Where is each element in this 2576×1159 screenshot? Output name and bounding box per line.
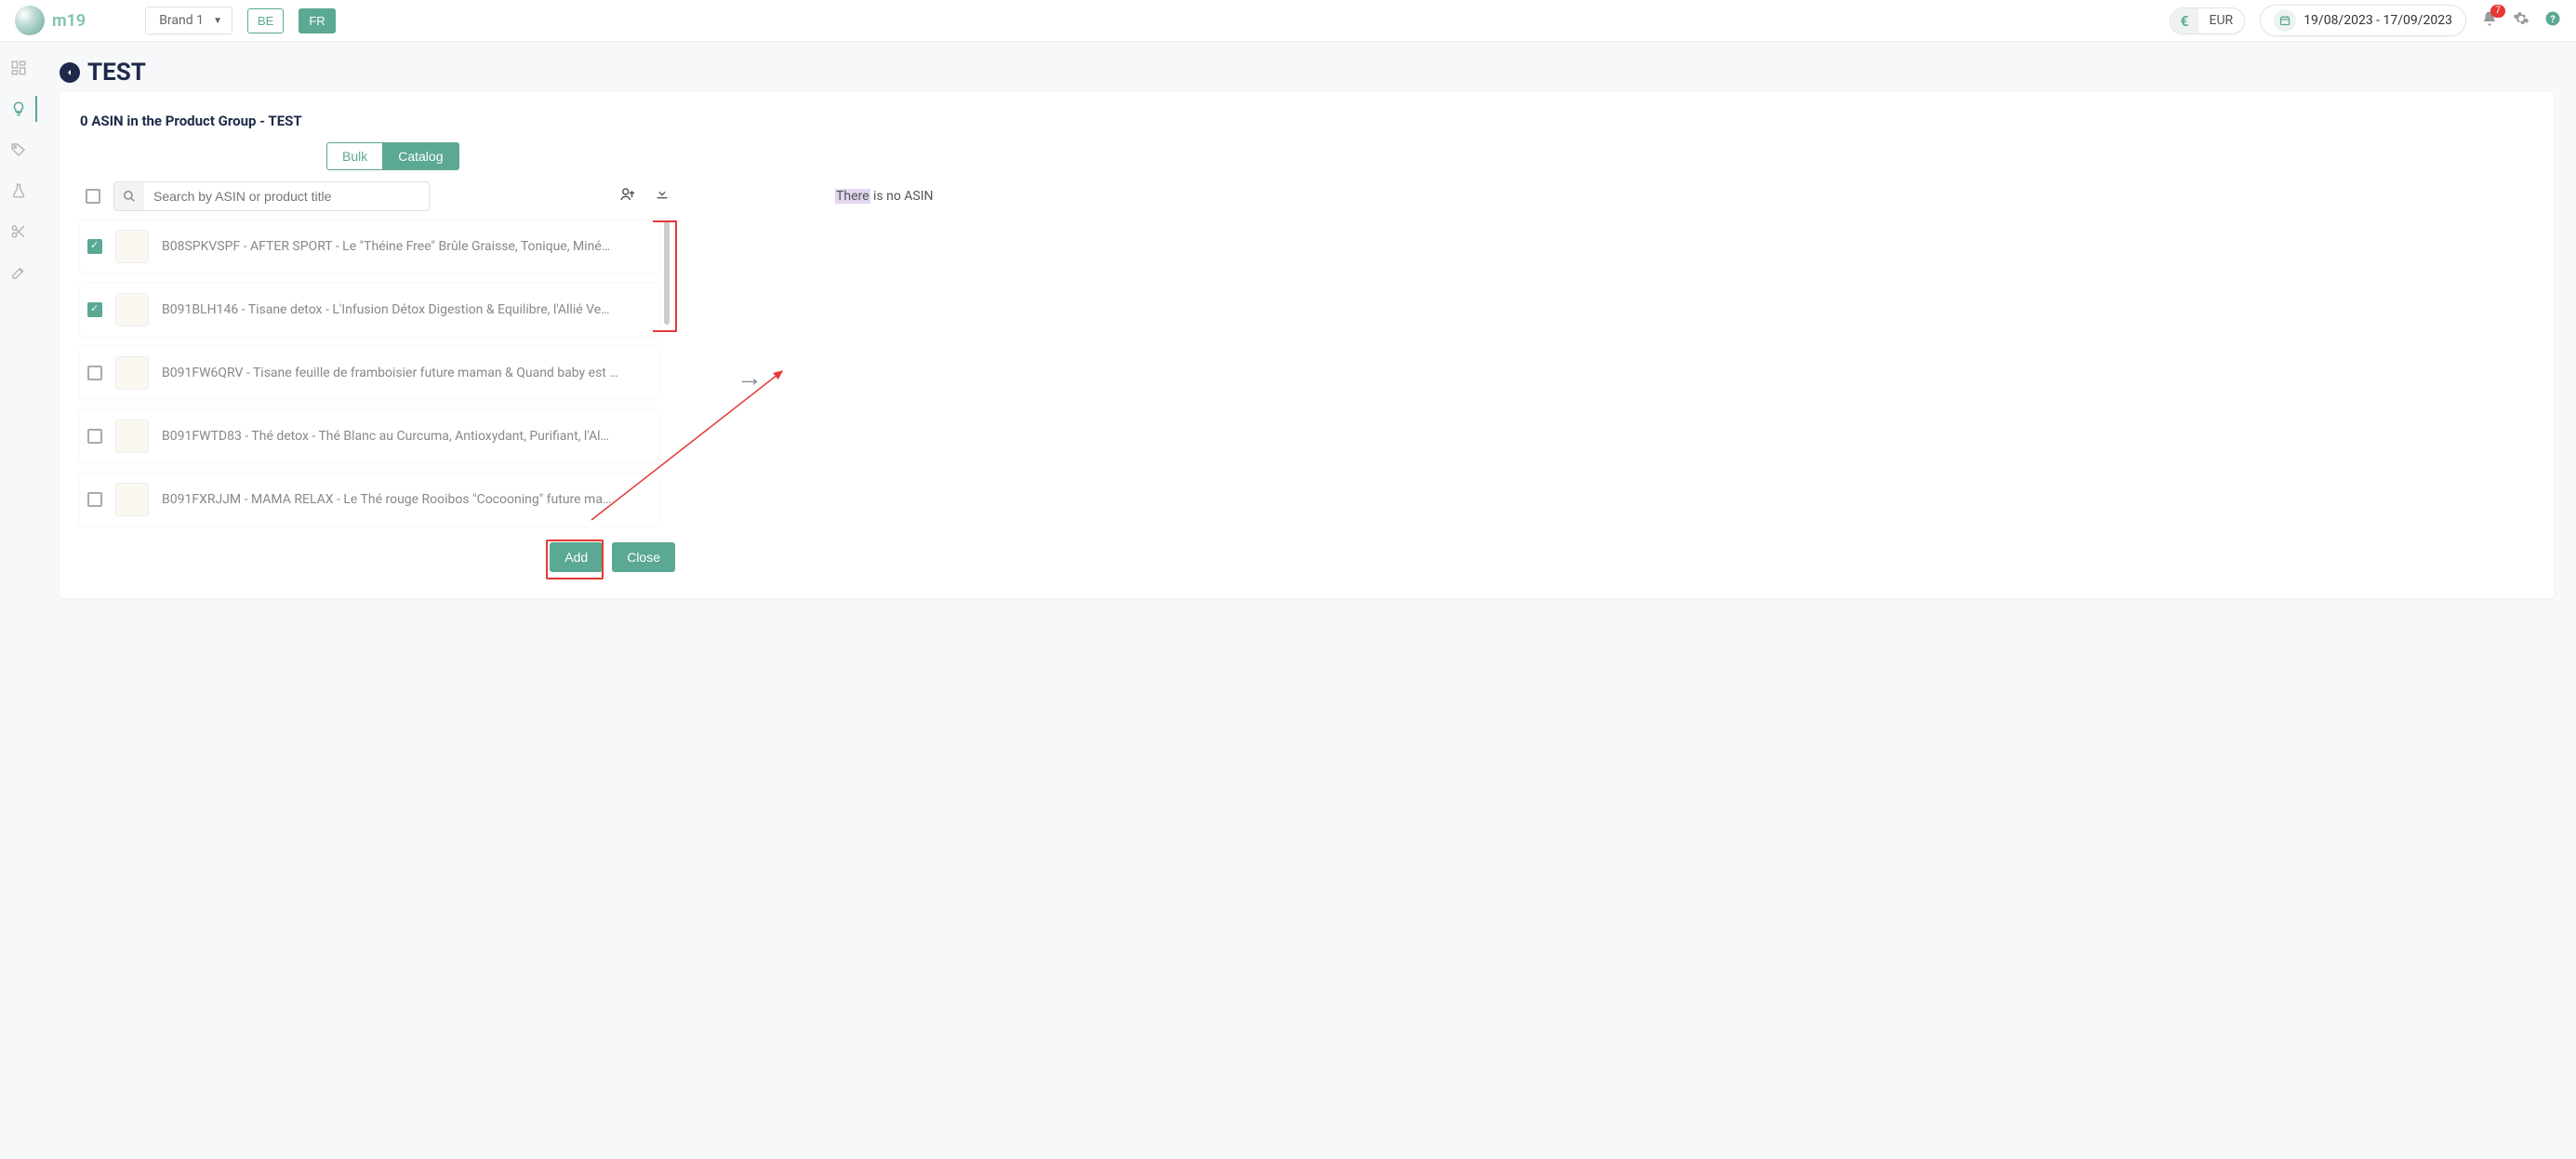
tab-bulk[interactable]: Bulk bbox=[326, 142, 383, 170]
search-box bbox=[113, 181, 430, 211]
search-input[interactable] bbox=[144, 182, 429, 210]
brand-selector[interactable]: Brand 1 ▼ bbox=[145, 7, 232, 34]
item-thumbnail bbox=[115, 356, 149, 390]
product-group-card: 0 ASIN in the Product Group - TEST Bulk … bbox=[60, 92, 2554, 598]
card-title: 0 ASIN in the Product Group - TEST bbox=[80, 113, 2533, 129]
logo-text: m19 bbox=[52, 11, 86, 31]
search-icon bbox=[114, 182, 144, 210]
main-content: TEST 0 ASIN in the Product Group - TEST … bbox=[37, 42, 2576, 615]
item-checkbox[interactable] bbox=[87, 239, 102, 254]
item-thumbnail bbox=[115, 230, 149, 263]
edit-icon[interactable] bbox=[7, 261, 30, 284]
calendar-icon bbox=[2274, 9, 2296, 32]
no-asin-text: There is no ASIN bbox=[835, 189, 2522, 204]
settings-button[interactable] bbox=[2513, 10, 2530, 32]
scrollbar[interactable] bbox=[658, 220, 675, 537]
catalog-item[interactable]: B091BLH146 - Tisane detox - L'Infusion D… bbox=[80, 284, 658, 336]
currency-code: EUR bbox=[2198, 9, 2245, 32]
help-button[interactable]: ? bbox=[2544, 10, 2561, 32]
no-asin-highlight: There bbox=[835, 189, 870, 204]
tab-catalog[interactable]: Catalog bbox=[383, 142, 458, 170]
svg-text:?: ? bbox=[2550, 12, 2555, 24]
caret-down-icon: ▼ bbox=[213, 16, 222, 26]
lang-fr-button[interactable]: FR bbox=[299, 8, 335, 33]
search-row bbox=[80, 181, 675, 211]
catalog-item[interactable]: B091FXRJJM - MAMA RELAX - Le Thé rouge R… bbox=[80, 473, 658, 526]
item-title: B08SPKVSPF - AFTER SPORT - Le "Théine Fr… bbox=[162, 239, 651, 254]
item-thumbnail bbox=[115, 420, 149, 453]
select-all-checkbox[interactable] bbox=[86, 189, 100, 204]
button-row: Add Close bbox=[80, 542, 675, 572]
bulb-icon[interactable] bbox=[7, 98, 30, 120]
lang-be-button[interactable]: BE bbox=[247, 8, 284, 33]
item-title: B091FW6QRV - Tisane feuille de framboisi… bbox=[162, 366, 651, 380]
upload-icon[interactable] bbox=[619, 186, 636, 206]
catalog-item[interactable]: B091FWTD83 - Thé detox - Thé Blanc au Cu… bbox=[80, 410, 658, 462]
item-thumbnail bbox=[115, 293, 149, 326]
notifications-button[interactable]: 7 bbox=[2481, 10, 2498, 32]
content-row: B08SPKVSPF - AFTER SPORT - Le "Théine Fr… bbox=[80, 181, 2533, 572]
item-checkbox[interactable] bbox=[87, 492, 102, 507]
scissors-icon[interactable] bbox=[7, 220, 30, 243]
item-title: B091FWTD83 - Thé detox - Thé Blanc au Cu… bbox=[162, 429, 651, 444]
item-checkbox[interactable] bbox=[87, 302, 102, 317]
page-header: TEST bbox=[60, 59, 2554, 87]
dashboard-icon[interactable] bbox=[7, 57, 30, 79]
item-title: B091FXRJJM - MAMA RELAX - Le Thé rouge R… bbox=[162, 492, 651, 507]
close-button[interactable]: Close bbox=[612, 542, 675, 572]
notification-badge: 7 bbox=[2490, 5, 2505, 18]
catalog-item[interactable]: B08SPKVSPF - AFTER SPORT - Le "Théine Fr… bbox=[80, 220, 658, 273]
catalog-list: B08SPKVSPF - AFTER SPORT - Le "Théine Fr… bbox=[80, 220, 675, 537]
tag-icon[interactable] bbox=[7, 139, 30, 161]
catalog-item[interactable]: B091FW6QRV - Tisane feuille de framboisi… bbox=[80, 347, 658, 399]
flask-icon[interactable] bbox=[7, 180, 30, 202]
logo-orb bbox=[15, 6, 45, 35]
no-asin-rest: is no ASIN bbox=[870, 189, 934, 204]
transfer-arrow-icon: → bbox=[694, 362, 805, 393]
item-checkbox[interactable] bbox=[87, 429, 102, 444]
date-range-label: 19/08/2023 - 17/09/2023 bbox=[2304, 13, 2452, 28]
sidebar bbox=[0, 42, 37, 1159]
brand-label: Brand 1 bbox=[159, 13, 204, 28]
add-button[interactable]: Add bbox=[550, 542, 603, 572]
item-thumbnail bbox=[115, 483, 149, 516]
asin-target-panel: There is no ASIN bbox=[824, 181, 2533, 572]
catalog-panel: B08SPKVSPF - AFTER SPORT - Le "Théine Fr… bbox=[80, 181, 675, 572]
download-icon[interactable] bbox=[655, 186, 670, 206]
back-button[interactable] bbox=[60, 62, 80, 83]
date-range-selector[interactable]: 19/08/2023 - 17/09/2023 bbox=[2260, 5, 2466, 36]
logo: m19 bbox=[15, 6, 86, 35]
item-title: B091BLH146 - Tisane detox - L'Infusion D… bbox=[162, 302, 651, 317]
currency-selector[interactable]: € EUR bbox=[2170, 7, 2245, 34]
item-checkbox[interactable] bbox=[87, 366, 102, 380]
top-bar: m19 Brand 1 ▼ BE FR € EUR 19/08/2023 - 1… bbox=[0, 0, 2576, 42]
toolbar-icons bbox=[619, 186, 670, 206]
tab-row: Bulk Catalog bbox=[326, 142, 2533, 170]
page-title: TEST bbox=[87, 59, 146, 87]
currency-symbol: € bbox=[2171, 8, 2198, 33]
